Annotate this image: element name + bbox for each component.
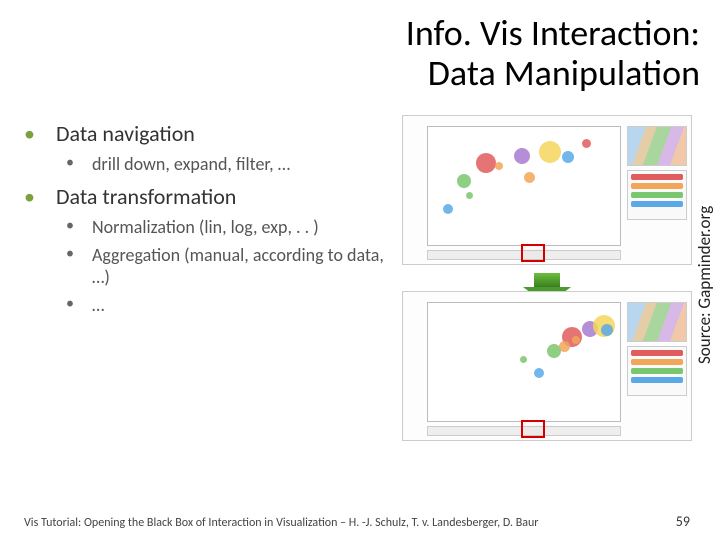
subbullet-label: Normalization (lin, log, exp, . . ): [92, 216, 319, 238]
bullet-label: Data navigation: [56, 120, 195, 147]
data-bubble: [572, 336, 580, 344]
highlight-box-axis-scale: [521, 244, 545, 262]
data-bubble: [495, 162, 503, 170]
data-bubble: [443, 204, 453, 214]
chart-side-panel: [627, 126, 687, 246]
subbullet-label: drill down, expand, filter, …: [92, 153, 290, 175]
legend-box: [627, 170, 687, 220]
data-bubble: [582, 139, 591, 148]
bullet-label: Data transformation: [56, 183, 236, 210]
source-credit: Source: Gapminder.org: [694, 130, 714, 440]
bullet-list: Data navigation drill down, expand, filt…: [24, 120, 384, 324]
chart-side-panel: [627, 302, 687, 422]
title-line-2: Data Manipulation: [428, 51, 700, 95]
title-line-1: Info. Vis Interaction:: [406, 11, 700, 55]
scatter-plot-area: [427, 302, 621, 422]
subbullet-label: Aggregation (manual, according to data, …: [92, 244, 384, 288]
legend-box: [627, 346, 687, 396]
scatter-plot-area: [427, 126, 621, 246]
subbullet-aggregation: Aggregation (manual, according to data, …: [66, 244, 384, 288]
world-map-icon: [627, 302, 687, 342]
subbullet-normalization: Normalization (lin, log, exp, . . ): [66, 216, 384, 238]
data-bubble: [601, 324, 613, 336]
data-bubble: [476, 153, 496, 173]
data-bubble: [520, 356, 527, 363]
world-map-icon: [627, 126, 687, 166]
data-bubble: [559, 341, 570, 352]
figure-column: 2011 2011: [402, 115, 692, 450]
data-bubble: [514, 148, 530, 164]
data-bubble: [466, 192, 473, 199]
data-bubble: [562, 151, 574, 163]
bullet-data-navigation: Data navigation drill down, expand, filt…: [24, 120, 384, 175]
data-bubble: [534, 368, 544, 378]
subbullet-label: …: [92, 294, 104, 316]
footer-citation: Vis Tutorial: Opening the Black Box of I…: [24, 516, 538, 530]
slide-title: Info. Vis Interaction: Data Manipulation: [0, 14, 700, 93]
subbullet-drill-down: drill down, expand, filter, …: [66, 153, 384, 175]
subbullet-ellipsis: …: [66, 294, 384, 316]
page-number: 59: [676, 513, 690, 530]
data-bubble: [524, 172, 535, 183]
bullet-data-transformation: Data transformation Normalization (lin, …: [24, 183, 384, 316]
gapminder-chart-top: 2011: [402, 115, 692, 265]
data-bubble: [539, 141, 561, 163]
gapminder-chart-bottom: 2011: [402, 291, 692, 441]
highlight-box-axis-scale: [521, 420, 545, 438]
data-bubble: [457, 174, 471, 188]
